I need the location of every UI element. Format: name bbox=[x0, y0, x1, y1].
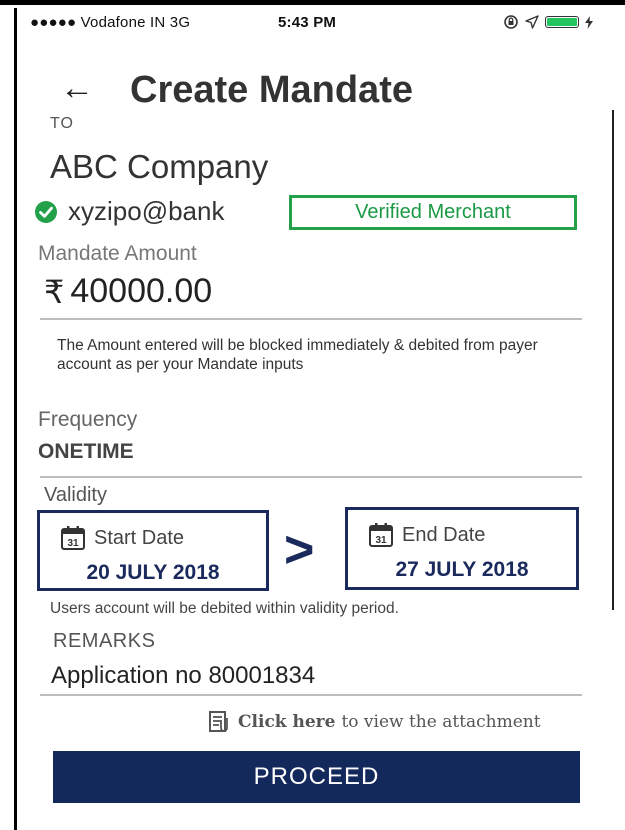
battery-icon bbox=[545, 16, 579, 28]
date-range-arrow: > bbox=[284, 521, 315, 579]
frame-top-border bbox=[0, 0, 625, 5]
remarks-value[interactable]: Application no 80001834 bbox=[51, 662, 315, 690]
frame-left-border bbox=[14, 8, 17, 830]
location-arrow-icon bbox=[525, 15, 539, 29]
proceed-button[interactable]: PROCEED bbox=[53, 751, 580, 803]
amount-divider bbox=[40, 318, 582, 320]
start-date-value: 20 JULY 2018 bbox=[86, 561, 220, 584]
end-date-picker[interactable]: 31 End Date 27 JULY 2018 bbox=[345, 507, 579, 590]
status-time: 5:43 PM bbox=[278, 14, 337, 31]
battery-level bbox=[547, 18, 577, 26]
frequency-value[interactable]: ONETIME bbox=[38, 440, 134, 464]
lock-rotation-icon bbox=[504, 15, 518, 29]
attachment-suffix: to view the attachment bbox=[341, 712, 541, 732]
mandate-amount-label: Mandate Amount bbox=[38, 242, 197, 265]
calendar-day-text: 31 bbox=[67, 538, 79, 549]
amount-note: The Amount entered will be blocked immed… bbox=[57, 337, 538, 373]
to-label: TO bbox=[50, 115, 74, 132]
payee-vpa-row: xyzipo@bank bbox=[34, 196, 224, 227]
back-arrow-icon[interactable]: ← bbox=[60, 68, 94, 108]
view-attachment-link[interactable]: Click here bbox=[238, 712, 335, 732]
payee-vpa: xyzipo@bank bbox=[68, 196, 225, 226]
end-date-label: End Date bbox=[402, 523, 486, 546]
carrier-label: ●●●●● Vodafone IN 3G bbox=[30, 14, 191, 31]
remarks-label: REMARKS bbox=[53, 630, 156, 652]
remarks-divider bbox=[40, 694, 582, 696]
frequency-label: Frequency bbox=[38, 408, 138, 431]
charging-bolt-icon bbox=[585, 15, 593, 29]
attachment-document-icon bbox=[209, 711, 228, 732]
start-date-picker[interactable]: 31 Start Date 20 JULY 2018 bbox=[37, 510, 269, 591]
rupee-icon: ₹ bbox=[44, 273, 65, 310]
end-date-value: 27 JULY 2018 bbox=[395, 558, 529, 581]
start-date-header: 31 Start Date bbox=[60, 525, 184, 551]
status-icons bbox=[503, 14, 593, 30]
validity-note: Users account will be debited within val… bbox=[50, 600, 399, 617]
frequency-divider bbox=[40, 476, 582, 478]
end-date-header: 31 End Date bbox=[368, 522, 485, 548]
page-title: Create Mandate bbox=[130, 69, 413, 111]
mandate-amount-field[interactable]: ₹ 40000.00 bbox=[44, 272, 212, 311]
verified-check-icon bbox=[35, 200, 57, 223]
start-date-label: Start Date bbox=[94, 526, 185, 549]
calendar-day-text: 31 bbox=[375, 535, 387, 546]
verified-merchant-badge: Verified Merchant bbox=[289, 195, 577, 230]
calendar-icon: 31 bbox=[369, 523, 393, 547]
frame-right-border bbox=[612, 110, 614, 610]
mandate-amount-value[interactable]: 40000.00 bbox=[70, 272, 212, 311]
validity-label: Validity bbox=[44, 484, 107, 506]
payee-name: ABC Company bbox=[50, 148, 269, 185]
attachment-row: Click here to view the attachment bbox=[208, 710, 541, 734]
calendar-icon: 31 bbox=[61, 526, 85, 550]
